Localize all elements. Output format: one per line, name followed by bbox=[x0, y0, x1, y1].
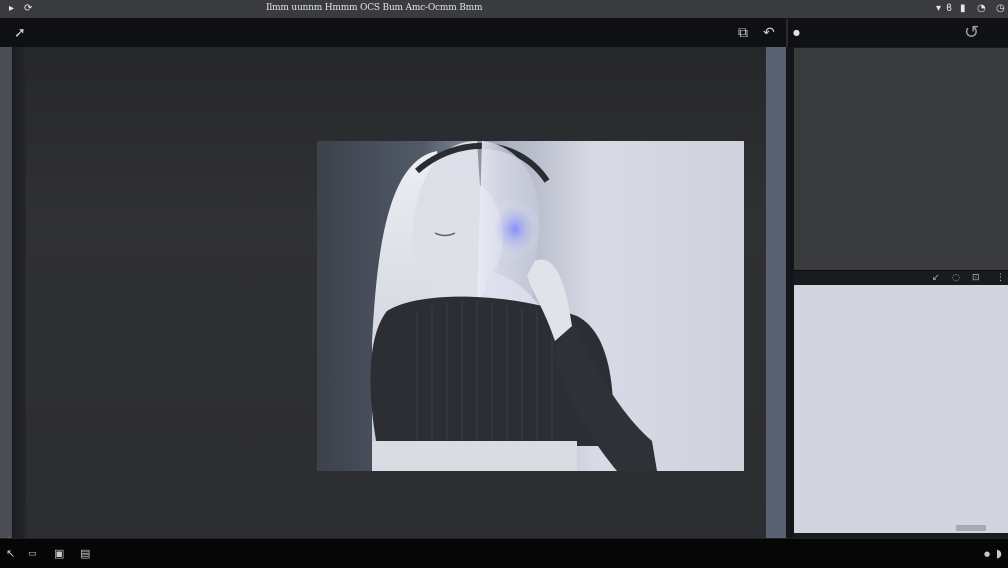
canvas-image[interactable] bbox=[317, 141, 744, 471]
clock-icon[interactable]: ◷ bbox=[996, 3, 1005, 15]
window-title: Ilmm uunnm Hmmm OCS Bum Amc-Ocmm Bmm bbox=[266, 3, 483, 13]
panel-header: ↙ ◌ ⊡ ⋮ bbox=[794, 270, 1008, 285]
app-menu-icon[interactable]: ▸ bbox=[9, 3, 14, 15]
left-tool-strip bbox=[0, 47, 12, 538]
more-icon[interactable]: ⋮ bbox=[996, 272, 1005, 284]
refresh-icon[interactable]: ⟳ bbox=[24, 3, 32, 15]
panel-resize-handle[interactable] bbox=[956, 525, 986, 531]
main-toolbar: ➚ ⧉ ↶ bbox=[0, 19, 786, 47]
menu-bar: ▸ ⟳ Ilmm uunnm Hmmm OCS Bum Amc-Ocmm Bmm… bbox=[0, 0, 1008, 19]
eye-icon[interactable]: ◌ bbox=[952, 272, 960, 284]
layers-icon[interactable]: ⊡ bbox=[972, 272, 980, 284]
user-icon[interactable]: ◔ bbox=[977, 3, 986, 15]
dock-gutter bbox=[786, 47, 794, 538]
wifi-icon[interactable]: ▾ bbox=[936, 3, 941, 15]
rotate-icon[interactable]: ↶ bbox=[763, 25, 775, 41]
bluetooth-icon[interactable]: ϐ bbox=[946, 3, 952, 15]
navigator-panel[interactable] bbox=[794, 48, 1008, 270]
layer-icon[interactable]: ▭ bbox=[28, 547, 37, 561]
rotate-left-icon[interactable]: ↺ bbox=[964, 24, 979, 42]
crop-icon[interactable]: ⧉ bbox=[738, 25, 748, 41]
brush-icon[interactable]: ↙ bbox=[932, 272, 940, 284]
dot-icon[interactable]: ● bbox=[984, 547, 990, 561]
brush-icon[interactable]: ↖ bbox=[6, 547, 15, 561]
preview-panel[interactable] bbox=[794, 285, 1008, 533]
portrait-image bbox=[370, 141, 657, 471]
image-icon[interactable]: ▣ bbox=[54, 547, 64, 561]
move-tool-icon[interactable]: ➚ bbox=[14, 25, 26, 41]
vertical-scrollbar[interactable] bbox=[766, 47, 786, 538]
menu-dot-icon[interactable]: ● bbox=[793, 24, 800, 42]
battery-icon[interactable]: ▮ bbox=[960, 3, 966, 15]
screen-icon[interactable]: ▤ bbox=[80, 547, 90, 561]
settings-icon[interactable]: ◗ bbox=[996, 547, 1002, 561]
status-bar: ↖ ▭ ▣ ▤ ● ◗ bbox=[0, 538, 1008, 568]
panel-toolbar: ● ↺ bbox=[786, 19, 1008, 47]
